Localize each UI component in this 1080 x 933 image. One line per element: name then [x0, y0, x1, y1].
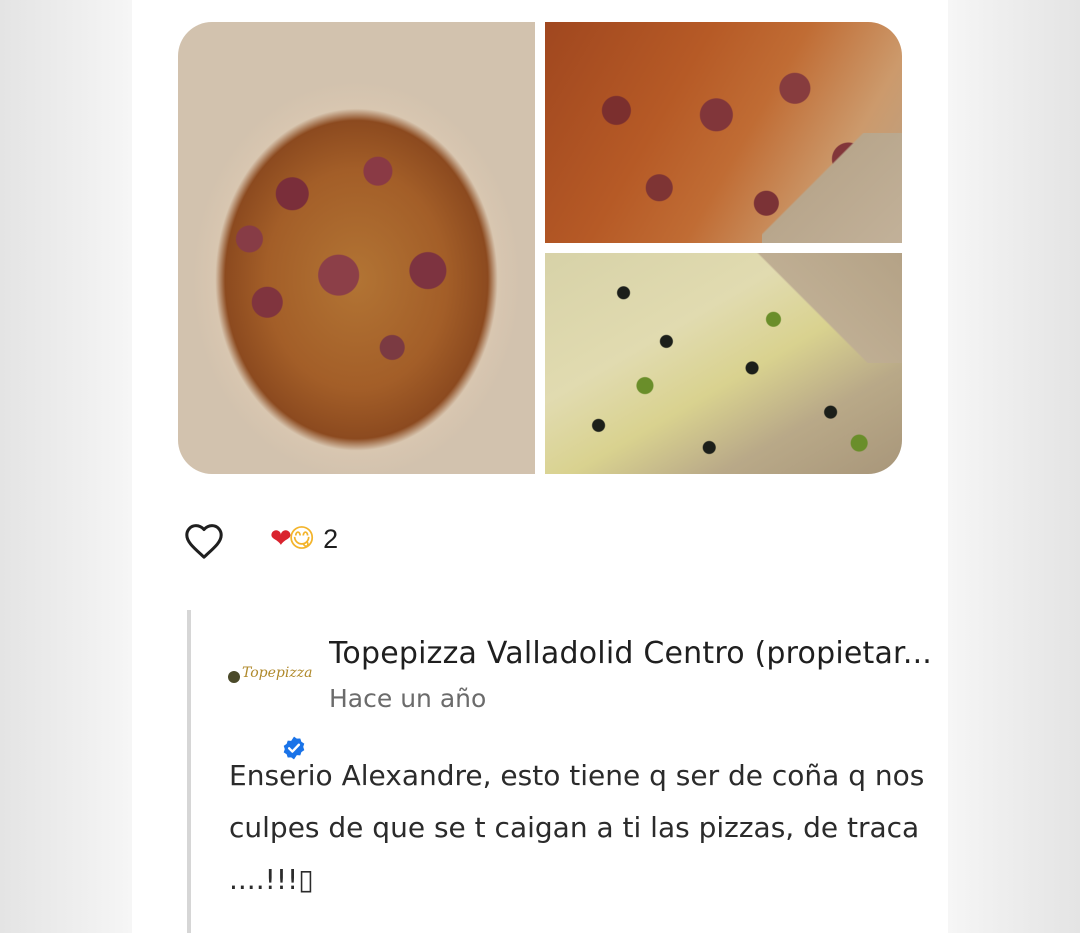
logo-mark-icon	[228, 671, 240, 683]
background-left	[0, 0, 132, 933]
reply-text: Enserio Alexandre, esto tiene q ser de c…	[229, 759, 925, 896]
pizza-photo-bbq[interactable]	[178, 22, 535, 474]
owner-reply: Topepizza Topepizza Valladolid Centro (p…	[187, 610, 948, 933]
pizza-photo-ham[interactable]	[545, 22, 902, 243]
red-heart-icon: ❤	[270, 524, 292, 554]
owner-name[interactable]: Topepizza Valladolid Centro (propietar..…	[329, 636, 949, 671]
pizza-photo-olives[interactable]	[545, 253, 902, 474]
background-right	[948, 0, 1080, 933]
reaction-count: 2	[323, 523, 339, 554]
heart-outline-icon	[185, 524, 223, 559]
like-button[interactable]	[180, 515, 228, 563]
reaction-emojis[interactable]: ❤ 😋	[270, 524, 315, 554]
review-card: ❤ 😋 2 Topepizza Topepizza Valladolid Cen…	[132, 0, 948, 933]
owner-avatar[interactable]: Topepizza	[228, 662, 318, 760]
reply-timestamp: Hace un año	[329, 684, 487, 713]
logo-text: Topepizza	[242, 665, 313, 681]
yum-face-icon: 😋	[288, 524, 315, 554]
reactions-row: ❤ 😋 2	[180, 514, 338, 564]
